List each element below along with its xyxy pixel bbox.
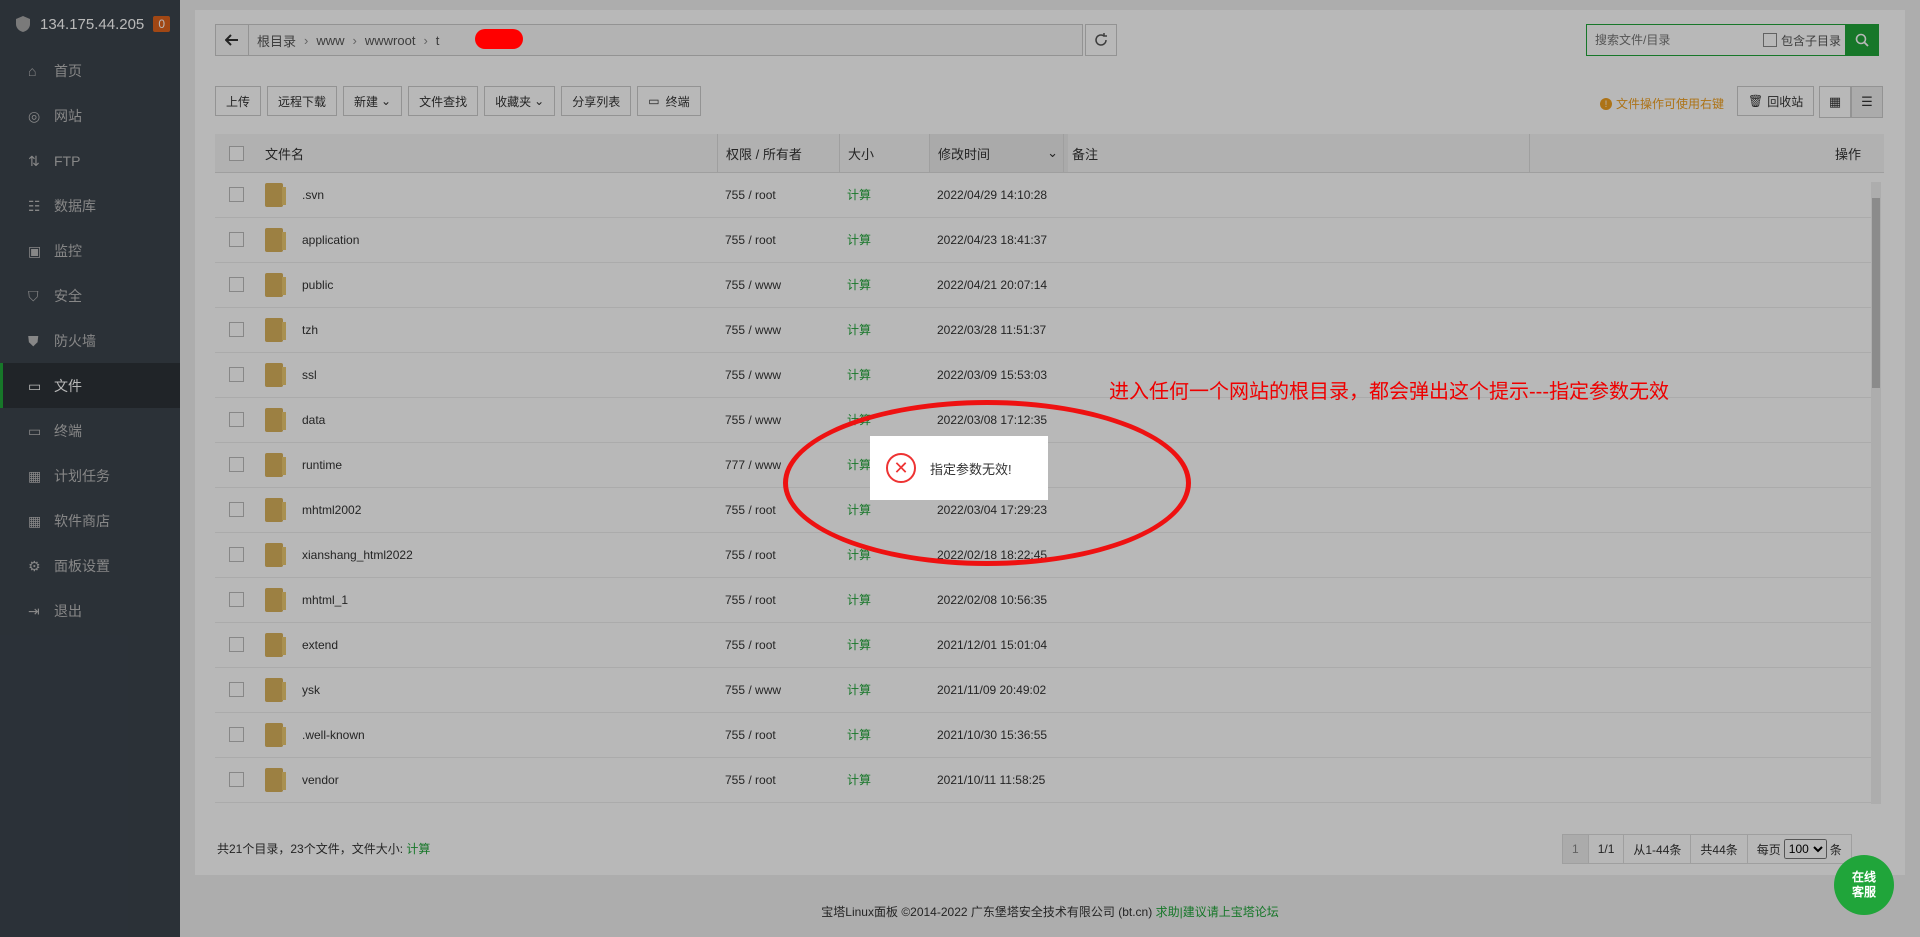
- modal-overlay: ✕ 指定参数无效! 进入任何一个网站的根目录，都会弹出这个提示---指定参数无效: [0, 0, 1920, 937]
- service-label: 在线 客服: [1852, 870, 1876, 900]
- error-icon: ✕: [886, 453, 916, 483]
- redaction-mark: [475, 29, 523, 49]
- service-line1: 在线: [1851, 870, 1876, 884]
- error-dialog: ✕ 指定参数无效!: [870, 436, 1048, 500]
- annotation-text: 进入任何一个网站的根目录，都会弹出这个提示---指定参数无效: [1109, 381, 1669, 403]
- error-message: 指定参数无效!: [930, 461, 1012, 477]
- online-service-button[interactable]: 在线 客服: [1834, 855, 1894, 915]
- service-line2: 客服: [1851, 885, 1876, 899]
